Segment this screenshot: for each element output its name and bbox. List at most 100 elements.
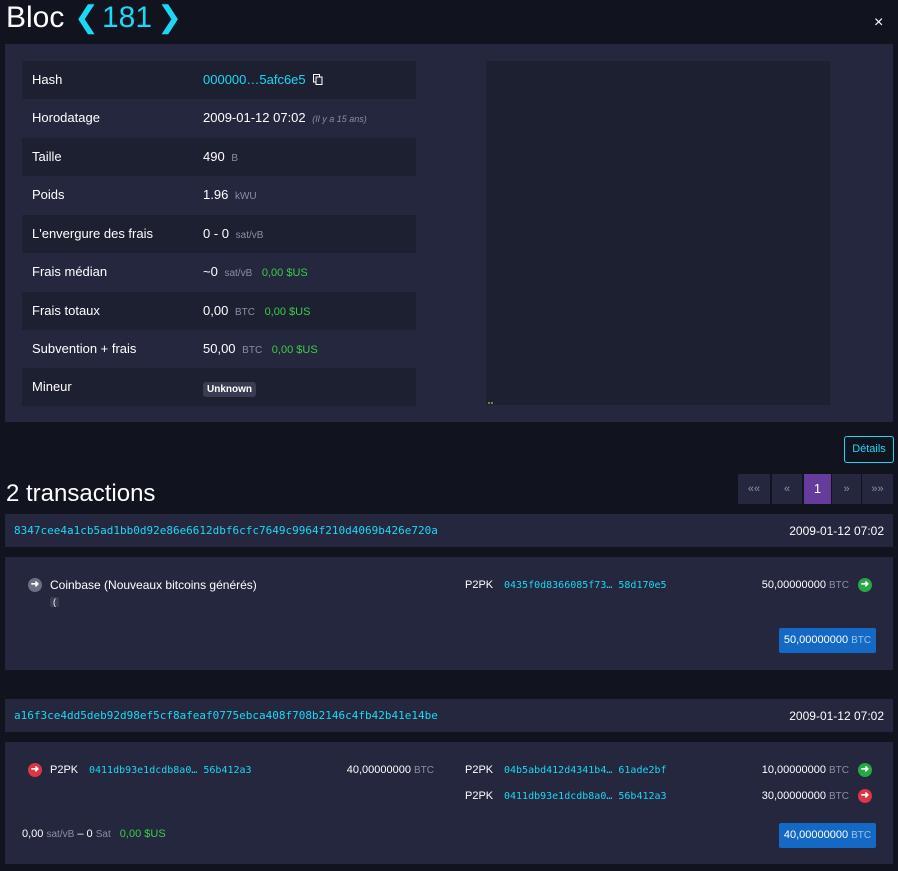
row-label: Taille bbox=[32, 149, 62, 164]
next-block-icon[interactable]: ❯ bbox=[157, 0, 182, 36]
spent-input-icon[interactable]: ➜ bbox=[28, 763, 42, 777]
input-amount: 40,00000000 BTC bbox=[347, 764, 434, 776]
fee-unit: Sat bbox=[95, 829, 111, 840]
page-title: Bloc bbox=[6, 1, 65, 34]
row-label: Mineur bbox=[32, 379, 72, 394]
close-icon[interactable]: × bbox=[874, 14, 883, 32]
output-amount-unit: BTC bbox=[829, 791, 849, 802]
row-median-fee: Frais médian ~0 sat/vB 0,00 $US bbox=[22, 253, 416, 291]
median-fee-value: ~0 bbox=[203, 264, 218, 279]
block-info-panel: Hash 000000…5afc6e5 Horodatage 2009-01-1… bbox=[5, 44, 893, 422]
pagination-first[interactable]: «« bbox=[738, 474, 770, 504]
output-address-link[interactable]: 0435f0d8366085f73… 58d170e5 bbox=[504, 580, 667, 591]
tx-square[interactable] bbox=[491, 402, 493, 404]
transaction-timestamp: 2009-01-12 07:02 bbox=[789, 709, 884, 723]
fee-rate-value: 0,00 bbox=[22, 828, 44, 840]
pagination-prev[interactable]: « bbox=[772, 474, 802, 504]
output-type: P2PK bbox=[465, 579, 494, 591]
transactions-heading: 2 transactions bbox=[6, 480, 156, 507]
row-size: Taille 490 B bbox=[22, 138, 416, 176]
total-fees-unit: BTC bbox=[234, 307, 255, 318]
block-fee-visualization[interactable] bbox=[486, 61, 830, 405]
fee-span-unit: sat/vB bbox=[235, 230, 264, 241]
arrow-right-icon[interactable]: ➜ bbox=[28, 578, 42, 592]
input-amount-unit: BTC bbox=[414, 765, 434, 776]
total-amount-value: 40,00000000 bbox=[783, 829, 849, 841]
txid-link[interactable]: a16f3ce4dd5deb92d98ef5cf8afeaf0775ebca40… bbox=[14, 709, 438, 722]
hash-link[interactable]: 000000…5afc6e5 bbox=[203, 72, 306, 87]
row-label: Hash bbox=[32, 72, 63, 87]
block-number: 181 bbox=[102, 1, 153, 34]
median-fee-unit: sat/vB bbox=[224, 268, 253, 279]
row-subsidy-fees: Subvention + frais 50,00 BTC 0,00 $US bbox=[22, 330, 416, 368]
weight-value: 1.96 bbox=[203, 187, 229, 202]
transaction-body: ➜ P2PK 0411db93e1dcdb8a0… 56b412a3 40,00… bbox=[5, 742, 893, 864]
total-amount-button[interactable]: 50,00000000 BTC bbox=[779, 628, 876, 653]
total-amount-button[interactable]: 40,00000000 BTC bbox=[779, 823, 876, 848]
row-label: Horodatage bbox=[32, 110, 100, 125]
input-address-link[interactable]: 0411db93e1dcdb8a0… 56b412a3 bbox=[89, 765, 252, 776]
output-amount-value: 50,00000000 bbox=[761, 579, 826, 591]
output-amount: 50,00000000 BTC bbox=[762, 579, 849, 591]
copy-icon[interactable] bbox=[313, 73, 323, 88]
output-amount-value: 10,00000000 bbox=[761, 764, 826, 776]
output-amount: 30,00000000 BTC bbox=[762, 790, 849, 802]
subsidy-value: 50,00 bbox=[203, 341, 236, 356]
row-timestamp: Horodatage 2009-01-12 07:02 (Il y a 15 a… bbox=[22, 99, 416, 137]
total-fees-fiat: 0,00 $US bbox=[264, 306, 311, 318]
row-label: Frais médian bbox=[32, 264, 108, 279]
pagination-last[interactable]: »» bbox=[862, 474, 893, 504]
miner-badge[interactable]: Unknown bbox=[203, 382, 256, 397]
pagination-page-1[interactable]: 1 bbox=[804, 474, 831, 504]
total-amount-unit: BTC bbox=[851, 830, 872, 841]
output-address-link[interactable]: 04b5abd412d4341b4… 61ade2bf bbox=[504, 765, 667, 776]
input-amount-value: 40,00000000 bbox=[346, 764, 411, 776]
subsidy-fiat: 0,00 $US bbox=[271, 344, 318, 356]
pagination-next[interactable]: » bbox=[832, 474, 861, 504]
row-label: L'envergure des frais bbox=[32, 226, 153, 241]
output-amount: 10,00000000 BTC bbox=[762, 764, 849, 776]
row-miner: Mineur Unknown bbox=[22, 368, 416, 406]
weight-unit: kWU bbox=[234, 191, 257, 202]
unspent-output-icon[interactable]: ➜ bbox=[858, 578, 872, 592]
fee-span-value: 0 - 0 bbox=[203, 226, 230, 241]
fee-separator: – bbox=[77, 828, 84, 840]
row-fee-span: L'envergure des frais 0 - 0 sat/vB bbox=[22, 215, 416, 253]
input-type: P2PK bbox=[50, 764, 79, 776]
output-type: P2PK bbox=[465, 764, 494, 776]
fee-fiat: 0,00 $US bbox=[119, 828, 166, 840]
fee-rate-unit: sat/vB bbox=[46, 829, 75, 840]
total-fees-value: 0,00 bbox=[203, 303, 229, 318]
row-weight: Poids 1.96 kWU bbox=[22, 176, 416, 214]
row-hash: Hash 000000…5afc6e5 bbox=[22, 61, 416, 99]
total-amount-value: 50,00000000 bbox=[783, 634, 849, 646]
timestamp-value: 2009-01-12 07:02 bbox=[203, 110, 306, 125]
fee-info: 0,00 sat/vB – 0 Sat 0,00 $US bbox=[22, 828, 166, 840]
size-unit: B bbox=[231, 153, 238, 164]
coinbase-script[interactable]: ( bbox=[50, 597, 59, 607]
previous-block-icon[interactable]: ❮ bbox=[74, 0, 99, 36]
details-button[interactable]: Détails bbox=[844, 436, 894, 463]
total-amount-unit: BTC bbox=[851, 635, 872, 646]
spent-output-icon[interactable]: ➜ bbox=[858, 789, 872, 803]
txid-link[interactable]: 8347cee4a1cb5ad1bb0d92e86e6612dbf6cfc764… bbox=[14, 524, 438, 537]
unspent-output-icon[interactable]: ➜ bbox=[858, 763, 872, 777]
subsidy-unit: BTC bbox=[242, 345, 263, 356]
transaction-header: a16f3ce4dd5deb92d98ef5cf8afeaf0775ebca40… bbox=[5, 699, 893, 732]
relative-time: (Il y a 15 ans) bbox=[312, 114, 367, 124]
output-address-link[interactable]: 0411db93e1dcdb8a0… 56b412a3 bbox=[504, 791, 667, 802]
row-label: Poids bbox=[32, 187, 65, 202]
output-amount-unit: BTC bbox=[829, 580, 849, 591]
row-label: Frais totaux bbox=[32, 303, 100, 318]
tx-square[interactable] bbox=[488, 402, 490, 404]
transaction-header: 8347cee4a1cb5ad1bb0d92e86e6612dbf6cfc764… bbox=[5, 514, 893, 547]
transaction-body: ➜ Coinbase (Nouveaux bitcoins générés) (… bbox=[5, 557, 893, 670]
output-amount-unit: BTC bbox=[829, 765, 849, 776]
fee-value: 0 bbox=[86, 828, 93, 840]
size-value: 490 bbox=[203, 149, 225, 164]
output-type: P2PK bbox=[465, 790, 494, 802]
output-amount-value: 30,00000000 bbox=[761, 790, 826, 802]
median-fee-fiat: 0,00 $US bbox=[261, 267, 308, 279]
row-total-fees: Frais totaux 0,00 BTC 0,00 $US bbox=[22, 292, 416, 330]
row-label: Subvention + frais bbox=[32, 341, 137, 356]
